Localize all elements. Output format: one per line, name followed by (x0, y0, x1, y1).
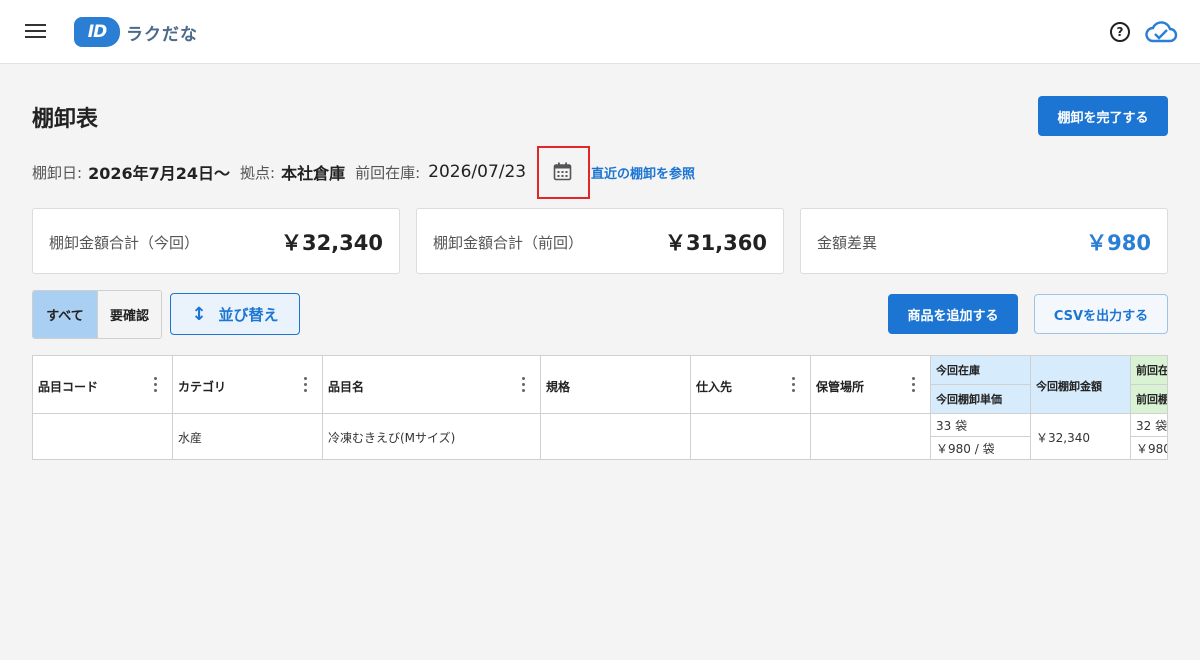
filter-needs-check[interactable]: 要確認 (97, 291, 161, 338)
column-title: 保管場所 (816, 380, 865, 394)
column-header-spec[interactable]: 規格 (541, 356, 691, 414)
filter-toggle: すべて 要確認 (32, 290, 162, 339)
table-cell-previous-stock[interactable]: 32 袋 ￥980 / 袋 (1131, 414, 1168, 459)
column-header-supplier[interactable]: 仕入先 (691, 356, 811, 414)
cell-text: 33 袋 (931, 414, 1030, 437)
card-label: 棚卸金額合計（今回） (49, 234, 200, 252)
column-header-code[interactable]: 品目コード (33, 356, 173, 414)
table-cell-current-stock[interactable]: 33 袋 ￥980 / 袋 (931, 414, 1031, 459)
summary-card-difference: 金額差異 ￥980 (800, 208, 1168, 274)
app-logo[interactable]: ID ラクだな (74, 16, 198, 48)
cell-text: 水産 (178, 431, 203, 445)
page-title: 棚卸表 (32, 107, 99, 132)
filter-all[interactable]: すべて (33, 291, 97, 338)
card-value: ￥32,340 (280, 231, 383, 255)
table-cell-category[interactable]: 水産 (173, 414, 323, 459)
column-title: 仕入先 (696, 380, 733, 394)
recent-inventory-link[interactable]: 直近の棚卸を参照 (591, 163, 695, 182)
date-label: 棚卸日: (32, 163, 83, 182)
column-menu-icon[interactable] (912, 377, 916, 392)
cell-text: ￥980 / 袋 (1136, 442, 1168, 456)
cell-text: ￥32,340 (1036, 431, 1090, 445)
top-bar: ID ラクだな ? (0, 0, 1200, 64)
cell-text: 冷凍むきえび(Mサイズ) (328, 431, 456, 445)
card-value: ￥980 (1086, 231, 1151, 255)
add-item-button[interactable]: 商品を追加する (888, 294, 1018, 334)
logo-mark: ID (74, 17, 120, 47)
logo-text: ラクだな (126, 24, 198, 45)
column-title: 品目名 (328, 380, 365, 394)
site-value: 本社倉庫 (281, 164, 346, 183)
card-label: 金額差異 (817, 234, 878, 252)
column-title: 今回棚卸単価 (936, 392, 1002, 406)
column-header-name[interactable]: 品目名 (323, 356, 541, 414)
table-cell-code[interactable] (33, 414, 173, 459)
sort-vertical-icon: ↕ (191, 303, 207, 325)
table-cell-name[interactable]: 冷凍むきえび(Mサイズ) (323, 414, 541, 459)
column-menu-icon[interactable] (792, 377, 796, 392)
export-csv-button[interactable]: CSVを出力する (1034, 294, 1168, 334)
date-value: 2026年7月24日〜 (88, 164, 230, 183)
column-menu-icon[interactable] (154, 377, 158, 392)
column-title: 前回棚卸単価 (1136, 392, 1168, 406)
calendar-icon[interactable] (553, 162, 572, 181)
table-cell-current-amount[interactable]: ￥32,340 (1031, 414, 1131, 459)
column-title: 今回棚卸金額 (1036, 380, 1102, 393)
column-header-current-stock[interactable]: 今回在庫 今回棚卸単価 (931, 356, 1031, 414)
help-icon[interactable]: ? (1110, 22, 1130, 42)
table-cell-location[interactable] (811, 414, 931, 459)
sort-label: 並び替え (218, 305, 279, 324)
column-menu-icon[interactable] (304, 377, 308, 392)
inventory-info: 棚卸日: 2026年7月24日〜 拠点: 本社倉庫 前回在庫: 2026/07/… (32, 160, 526, 184)
prev-stock-date: 2026/07/23 (428, 162, 527, 182)
summary-card-current: 棚卸金額合計（今回） ￥32,340 (32, 208, 400, 274)
cell-text: 32 袋 (1131, 414, 1167, 437)
card-value: ￥31,360 (664, 231, 767, 255)
table-cell-supplier[interactable] (691, 414, 811, 459)
column-header-location[interactable]: 保管場所 (811, 356, 931, 414)
sort-button[interactable]: ↕ 並び替え (170, 293, 300, 335)
column-title: カテゴリ (178, 380, 227, 394)
column-title: 前回在庫 (1131, 356, 1167, 385)
column-header-previous-stock[interactable]: 前回在庫 前回棚卸単価 (1131, 356, 1168, 414)
site-label: 拠点: (240, 163, 276, 182)
column-header-current-amount[interactable]: 今回棚卸金額 (1031, 356, 1131, 414)
cloud-sync-icon[interactable] (1144, 18, 1178, 44)
inventory-table: 品目コード カテゴリ 品目名 規格 仕入先 保管場所 今回在庫 今回棚卸単価 今… (32, 355, 1168, 460)
column-title: 今回在庫 (931, 356, 1030, 385)
card-label: 棚卸金額合計（前回） (433, 234, 584, 252)
complete-inventory-button[interactable]: 棚卸を完了する (1038, 96, 1168, 136)
cell-text: ￥980 / 袋 (936, 442, 995, 456)
menu-icon[interactable] (25, 24, 46, 40)
column-menu-icon[interactable] (522, 377, 526, 392)
prev-stock-label: 前回在庫: (355, 163, 421, 182)
column-title: 規格 (546, 380, 571, 394)
column-header-category[interactable]: カテゴリ (173, 356, 323, 414)
summary-card-previous: 棚卸金額合計（前回） ￥31,360 (416, 208, 784, 274)
column-title: 品目コード (38, 380, 99, 394)
table-cell-spec[interactable] (541, 414, 691, 459)
